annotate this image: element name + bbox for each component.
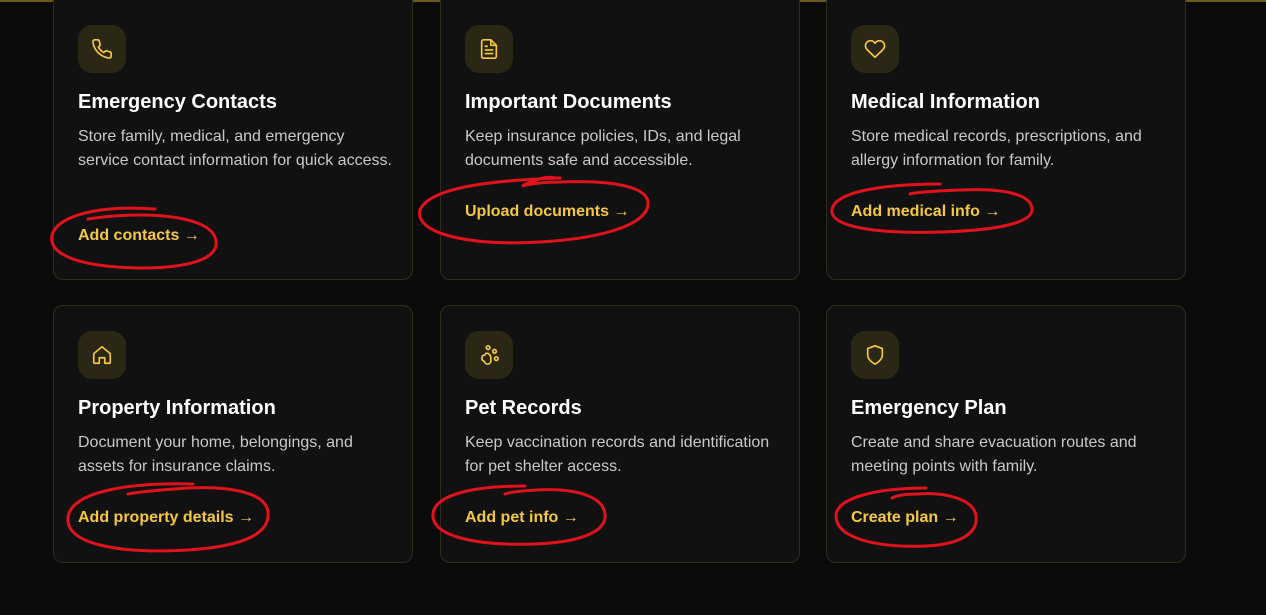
card-title: Emergency Contacts [78, 91, 277, 113]
create-plan-link[interactable]: Create plan → [851, 509, 959, 527]
add-medical-info-link[interactable]: Add medical info → [851, 203, 1000, 221]
card-description: Keep vaccination records and identificat… [465, 434, 770, 475]
card-pet-records: Pet Records Keep vaccination records and… [440, 305, 800, 563]
add-pet-info-link[interactable]: Add pet info → [465, 509, 579, 527]
card-title: Important Documents [465, 91, 672, 113]
shield-icon [851, 331, 899, 379]
card-medical-information: Medical Information Store medical record… [826, 0, 1186, 280]
card-description: Store family, medical, and emergency ser… [78, 128, 392, 169]
heart-icon [851, 25, 899, 73]
card-title: Property Information [78, 397, 276, 419]
add-property-details-link[interactable]: Add property details → [78, 509, 254, 527]
home-icon [78, 331, 126, 379]
add-contacts-link[interactable]: Add contacts → [78, 227, 200, 245]
card-description: Document your home, belongings, and asse… [78, 434, 353, 475]
card-title: Emergency Plan [851, 397, 1007, 419]
card-description: Store medical records, prescriptions, an… [851, 128, 1142, 169]
card-description: Create and share evacuation routes and m… [851, 434, 1137, 475]
card-emergency-plan: Emergency Plan Create and share evacuati… [826, 305, 1186, 563]
card-emergency-contacts: Emergency Contacts Store family, medical… [53, 0, 413, 280]
paw-icon [465, 331, 513, 379]
card-title: Medical Information [851, 91, 1040, 113]
card-title: Pet Records [465, 397, 582, 419]
card-description: Keep insurance policies, IDs, and legal … [465, 128, 741, 169]
upload-documents-link[interactable]: Upload documents → [465, 203, 629, 221]
card-property-information: Property Information Document your home,… [53, 305, 413, 563]
card-important-documents: Important Documents Keep insurance polic… [440, 0, 800, 280]
document-icon [465, 25, 513, 73]
phone-icon [78, 25, 126, 73]
